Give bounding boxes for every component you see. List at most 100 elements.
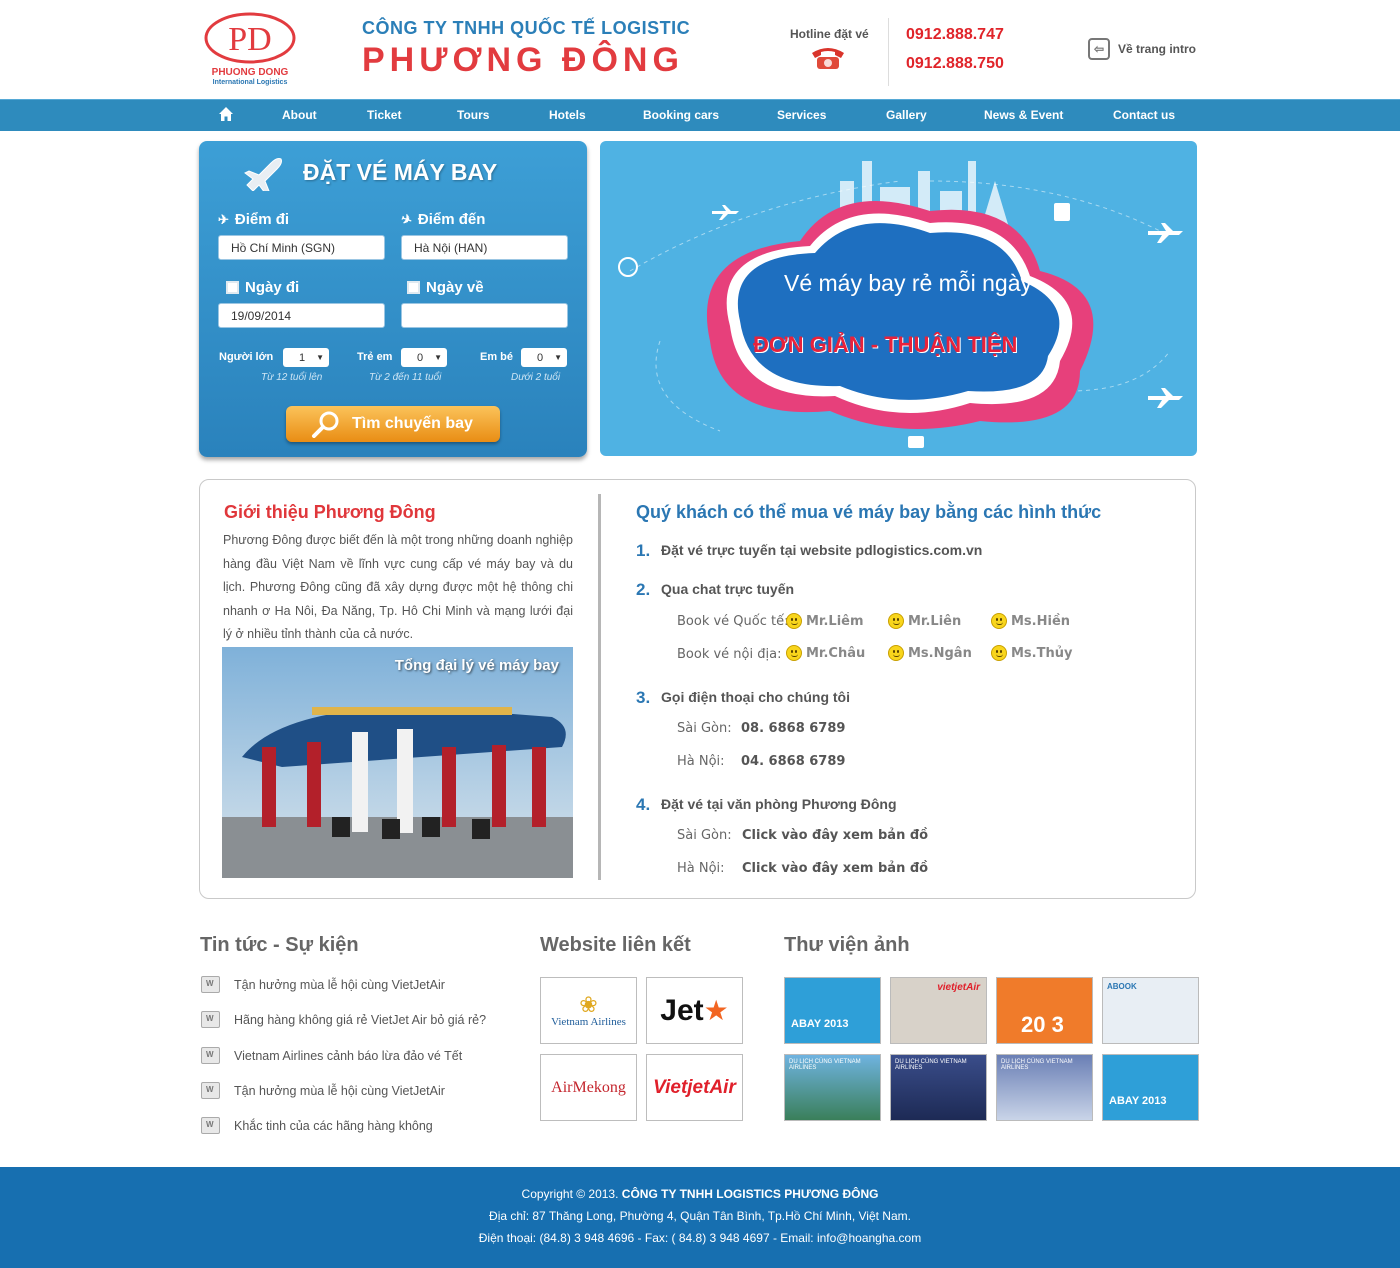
infant-select[interactable]: 0 ▼ xyxy=(521,348,567,367)
chat-name: Ms.Ngân xyxy=(908,645,972,661)
from-input[interactable]: Hồ Chí Minh (SGN) xyxy=(218,235,385,260)
hotline-divider xyxy=(888,18,889,86)
gallery-thumb[interactable]: ABOOK xyxy=(1102,977,1199,1044)
chat-name: Mr.Liên xyxy=(908,613,962,629)
footer-copyright: Copyright © 2013. CÔNG TY TNHH LOGISTICS… xyxy=(0,1187,1400,1201)
gallery-thumb[interactable]: ABAY 2013 xyxy=(1102,1054,1199,1121)
news-item[interactable]: Khắc tinh của các hãng hàng không xyxy=(201,1117,433,1134)
gallery-thumb[interactable]: DU LỊCH CÙNG VIETNAM AIRLINES xyxy=(784,1054,881,1121)
about-text: Phương Đông được biết đến là một trong n… xyxy=(223,533,573,641)
chat-name: Mr.Liêm xyxy=(806,613,864,629)
landing-icon: ✈ xyxy=(398,210,415,228)
page: PD PHUONG DONG International Logistics C… xyxy=(0,0,1400,1268)
hotline-number-2[interactable]: 0912.888.750 xyxy=(906,55,1004,73)
logo-mark: PD xyxy=(228,21,271,58)
phone-hn-value[interactable]: 04. 6868 6789 xyxy=(741,754,845,769)
phone-sg-label: Sài Gòn: xyxy=(677,721,732,736)
method-1-text[interactable]: Đặt vé trực tuyến tại website pdlogistic… xyxy=(661,542,982,558)
child-select[interactable]: 0 ▼ xyxy=(401,348,447,367)
gallery-thumb[interactable]: 20 3 xyxy=(996,977,1093,1044)
chevron-down-icon: ▼ xyxy=(434,353,442,362)
hotline-number-1[interactable]: 0912.888.747 xyxy=(906,26,1004,44)
from-label-text: Điểm đi xyxy=(234,211,290,228)
nav-booking-cars[interactable]: Booking cars xyxy=(643,108,719,122)
partner-vietjetair[interactable]: VietjetAir xyxy=(646,1054,743,1121)
nav-about[interactable]: About xyxy=(282,108,317,122)
return-date-label-text: Ngày về xyxy=(426,279,484,296)
crew-photo-illustration xyxy=(222,647,573,878)
thumb-label: 20 3 xyxy=(1021,1012,1064,1037)
adult-label: Người lớn xyxy=(219,351,274,363)
phone-hn-label: Hà Nội: xyxy=(677,754,725,769)
gallery-thumb[interactable]: ABAY 2013 xyxy=(784,977,881,1044)
office-hn-map-link[interactable]: Click vào đây xem bản đồ xyxy=(742,861,928,876)
news-item[interactable]: Tận hưởng mùa lễ hội cùng VietJetAir xyxy=(201,976,445,993)
news-item[interactable]: Tận hưởng mùa lễ hội cùng VietJetAir xyxy=(201,1082,445,1099)
news-item-label: Tận hưởng mùa lễ hội cùng VietJetAir xyxy=(234,1083,445,1098)
news-item[interactable]: Vietnam Airlines cảnh báo lừa đảo vé Tết xyxy=(201,1047,462,1064)
takeoff-icon: ✈ xyxy=(218,211,229,227)
from-label: ✈ Điểm đi xyxy=(218,211,289,228)
thumb-label: vietjetAir xyxy=(937,982,980,993)
chat-ms-thuy[interactable]: Ms.Thủy xyxy=(991,645,1072,661)
phone-sg-value[interactable]: 08. 6868 6789 xyxy=(741,721,845,736)
news-item[interactable]: Hãng hàng không giá rẻ VietJet Air bỏ gi… xyxy=(201,1011,486,1028)
nav-hotels[interactable]: Hotels xyxy=(549,108,586,122)
nav-tours[interactable]: Tours xyxy=(457,108,489,122)
smiley-icon xyxy=(888,613,904,629)
document-icon xyxy=(201,1082,220,1099)
gallery-thumb[interactable]: DU LỊCH CÙNG VIETNAM AIRLINES xyxy=(996,1054,1093,1121)
links-title: Website liên kết xyxy=(540,934,691,956)
company-line2: PHƯƠNG ĐÔNG xyxy=(362,41,684,79)
depart-date-input[interactable]: 19/09/2014 xyxy=(218,303,385,328)
depart-date-label-text: Ngày đi xyxy=(245,279,300,296)
chat-mr-chau[interactable]: Mr.Châu xyxy=(786,645,865,661)
methods-title: Quý khách có thể mua vé máy bay bằng các… xyxy=(636,502,1102,522)
nav-news-event[interactable]: News & Event xyxy=(984,108,1063,122)
thumb-label: DU LỊCH CÙNG VIETNAM AIRLINES xyxy=(789,1059,861,1071)
chat-mr-lien[interactable]: Mr.Liên xyxy=(888,613,961,629)
partner-jetstar[interactable]: Jet ★ xyxy=(646,977,743,1044)
home-icon[interactable] xyxy=(218,106,234,122)
adult-select[interactable]: 1 ▼ xyxy=(283,348,329,367)
gallery-thumb[interactable]: DU LỊCH CÙNG VIETNAM AIRLINES xyxy=(890,1054,987,1121)
news-item-label: Hãng hàng không giá rẻ VietJet Air bỏ gi… xyxy=(234,1012,487,1027)
nav-contact[interactable]: Contact us xyxy=(1113,108,1175,122)
child-label: Trẻ em xyxy=(357,351,393,363)
intl-chat-label: Book vé Quốc tế: xyxy=(677,614,789,629)
chat-ms-ngan[interactable]: Ms.Ngân xyxy=(888,645,972,661)
airplane-icon xyxy=(243,155,285,194)
hotline-label: Hotline đặt vé xyxy=(790,27,869,41)
magnifier-icon xyxy=(310,410,342,438)
smiley-icon xyxy=(991,613,1007,629)
news-item-label: Khắc tinh của các hãng hàng không xyxy=(234,1118,433,1133)
office-sg-map-link[interactable]: Click vào đây xem bản đồ xyxy=(742,828,928,843)
back-to-intro-link[interactable]: ⇦ Về trang intro xyxy=(1088,38,1196,60)
chat-mr-liem[interactable]: Mr.Liêm xyxy=(786,613,864,629)
chat-ms-hien[interactable]: Ms.Hiền xyxy=(991,613,1070,629)
info-divider xyxy=(598,494,601,880)
document-icon xyxy=(201,1011,220,1028)
booking-title: ĐẶT VÉ MÁY BAY xyxy=(303,159,498,185)
company-logo[interactable]: PD PHUONG DONG International Logistics xyxy=(202,12,298,86)
return-date-input[interactable] xyxy=(401,303,568,328)
back-arrow-icon: ⇦ xyxy=(1088,38,1110,60)
partner-airmekong[interactable]: AirMekong xyxy=(540,1054,637,1121)
promo-banner[interactable]: Vé máy bay rẻ mỗi ngày ĐƠN GIẢN - THUẬN … xyxy=(600,141,1197,456)
nav-ticket[interactable]: Ticket xyxy=(367,108,401,122)
banner-illustration xyxy=(618,161,1183,448)
partner-name: VietjetAir xyxy=(653,1076,736,1098)
search-flight-button[interactable]: Tìm chuyến bay xyxy=(286,406,500,442)
calendar-icon xyxy=(407,281,420,294)
star-icon: ★ xyxy=(703,995,729,1026)
svg-text:PHUONG DONG: PHUONG DONG xyxy=(212,67,289,78)
crew-photo[interactable]: Tổng đại lý vé máy bay xyxy=(222,647,573,878)
thumb-label: ABAY 2013 xyxy=(791,1018,849,1030)
main-navigation: About Ticket Tours Hotels Booking cars S… xyxy=(0,99,1400,131)
thumb-label: ABOOK xyxy=(1107,982,1137,991)
to-input[interactable]: Hà Nội (HAN) xyxy=(401,235,568,260)
partner-vietnam-airlines[interactable]: ❀ Vietnam Airlines xyxy=(540,977,637,1044)
nav-gallery[interactable]: Gallery xyxy=(886,108,927,122)
nav-services[interactable]: Services xyxy=(777,108,826,122)
gallery-thumb[interactable]: vietjetAir xyxy=(890,977,987,1044)
